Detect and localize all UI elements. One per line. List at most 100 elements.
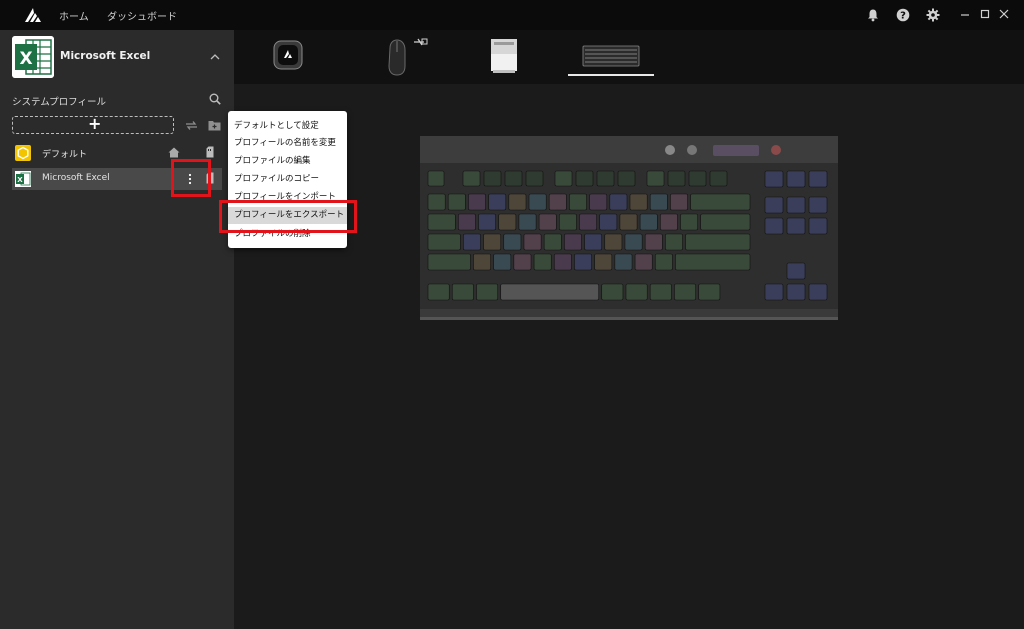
keyboard-key: [808, 283, 828, 301]
svg-text:X: X: [19, 49, 32, 69]
keyboard-key: [660, 213, 678, 231]
default-profile-icon: [15, 145, 31, 161]
keyboard-key: [488, 193, 507, 211]
keyboard-key: [427, 193, 446, 211]
keyboard-key: [451, 283, 474, 301]
keyboard-key: [523, 233, 542, 251]
device-keyboard-icon: [582, 45, 640, 67]
keyboard-key: [688, 170, 707, 187]
bell-icon[interactable]: [866, 8, 880, 22]
maximize-icon[interactable]: [978, 7, 992, 21]
keyboard-key: [808, 196, 828, 214]
device-hub-icon[interactable]: [272, 36, 304, 76]
keyboard-key: [700, 213, 751, 231]
keyboard-key: [554, 170, 573, 187]
close-icon[interactable]: [997, 7, 1011, 21]
keyboard-key: [808, 170, 828, 188]
keyboard-key: [709, 170, 728, 187]
keyboard-key: [548, 193, 567, 211]
keyboard-image: [420, 136, 838, 320]
top-bar: ホーム ダッシュボード ?: [0, 0, 1024, 30]
keyboard-key: [619, 213, 638, 231]
folder-add-icon[interactable]: [208, 120, 221, 131]
svg-text:X: X: [17, 176, 23, 184]
keyboard-key: [569, 193, 587, 211]
keyboard-key: [503, 233, 522, 251]
chevron-up-icon[interactable]: [210, 53, 220, 61]
nav-dashboard[interactable]: ダッシュボード: [107, 8, 177, 23]
keyboard-key: [617, 170, 636, 187]
media-button: [713, 145, 759, 156]
keyboard-key: [500, 283, 600, 301]
storage-icon[interactable]: [206, 146, 214, 158]
add-label: +: [88, 114, 102, 133]
keyboard-key: [533, 253, 552, 271]
corsair-logo-icon[interactable]: [24, 7, 42, 23]
minimize-icon[interactable]: [958, 7, 972, 21]
menu-item-edit[interactable]: プロファイルの編集: [228, 153, 347, 170]
nav-home[interactable]: ホーム: [59, 8, 89, 23]
keyboard-key: [538, 213, 557, 231]
keyboard-key: [468, 193, 486, 211]
profile-label: Microsoft Excel: [42, 173, 110, 183]
home-icon[interactable]: [168, 147, 180, 158]
keyboard-key: [764, 196, 784, 214]
add-profile-button[interactable]: +: [12, 114, 174, 134]
keyboard-key: [559, 213, 577, 231]
help-icon[interactable]: ?: [896, 8, 910, 22]
keyboard-key: [483, 170, 502, 187]
keyboard-key: [670, 193, 688, 211]
keyboard-key: [427, 213, 456, 231]
keyboard-key: [462, 170, 481, 187]
keyboard-key: [629, 193, 648, 211]
keyboard-key: [543, 233, 562, 251]
keyboard-key: [498, 213, 517, 231]
keyboard-key: [457, 213, 476, 231]
search-icon[interactable]: [209, 93, 221, 105]
keyboard-key: [528, 193, 547, 211]
highlight-export: [219, 200, 357, 233]
excel-profile-icon: X: [15, 171, 31, 187]
device-dongle-icon[interactable]: [488, 36, 520, 76]
keyboard-key: [473, 253, 491, 271]
keyboard-key: [513, 253, 532, 271]
keyboard-key: [599, 213, 618, 231]
media-button: [665, 145, 675, 155]
keyboard-key: [667, 170, 686, 187]
swap-arrows-icon[interactable]: [185, 120, 198, 131]
excel-app-icon: X: [12, 36, 54, 78]
menu-item-set-default[interactable]: デフォルトとして設定: [228, 118, 347, 135]
keyboard-key: [665, 233, 683, 251]
device-keyboard-tab[interactable]: [568, 36, 654, 76]
keyboard-key: [463, 233, 481, 251]
keyboard-key: [427, 283, 450, 301]
keyboard-key: [609, 193, 628, 211]
keyboard-key: [508, 193, 527, 211]
menu-item-rename[interactable]: プロフィールの名前を変更: [228, 135, 347, 152]
keyboard-key: [646, 170, 665, 187]
mute-button: [771, 145, 781, 155]
keyboard-key: [680, 213, 699, 231]
keyboard-key: [675, 253, 751, 271]
keyboard-key: [639, 213, 658, 231]
menu-item-copy[interactable]: プロファイルのコピー: [228, 171, 347, 188]
keyboard-key: [649, 283, 672, 301]
keyboard-key: [625, 283, 648, 301]
device-mouse-icon[interactable]: [384, 36, 430, 76]
keyboard-key: [574, 253, 592, 271]
keyboard-key: [596, 170, 615, 187]
keyboard-key: [564, 233, 582, 251]
keyboard-key: [786, 217, 806, 235]
keyboard-key: [525, 170, 544, 187]
keyboard-key: [483, 233, 502, 251]
keyboard-preview[interactable]: [420, 136, 838, 330]
keyboard-key: [493, 253, 512, 271]
keyboard-key: [447, 193, 466, 211]
keyboard-key: [786, 283, 806, 301]
svg-text:?: ?: [900, 11, 906, 22]
gear-icon[interactable]: [926, 8, 940, 22]
keyboard-key: [786, 262, 806, 280]
keyboard-key: [427, 253, 471, 271]
keyboard-key: [589, 193, 608, 211]
keyboard-key: [654, 253, 673, 271]
